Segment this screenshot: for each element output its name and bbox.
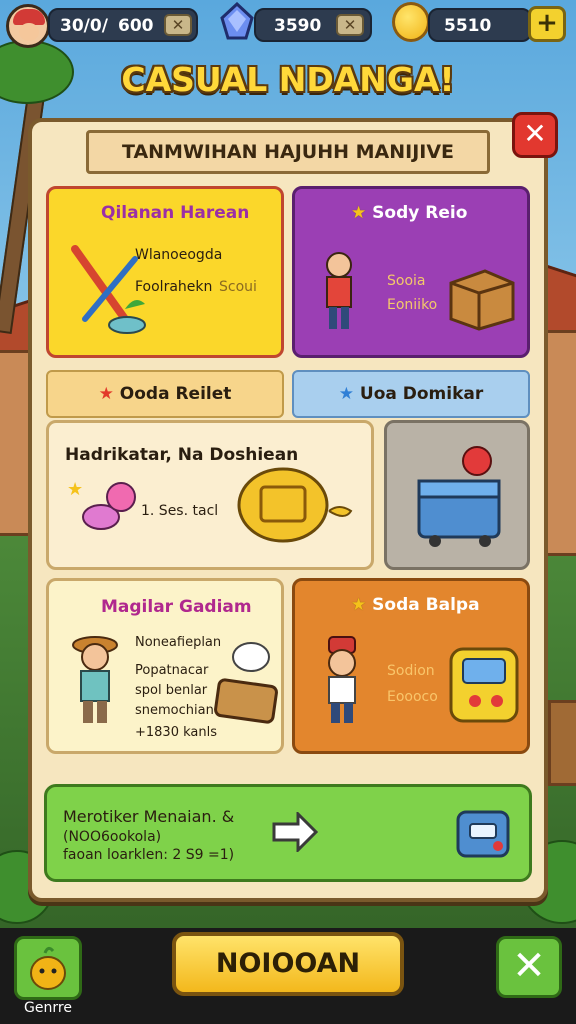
device-icon <box>449 647 519 723</box>
svg-text:★: ★ <box>67 479 83 500</box>
shop-label: Genrre <box>24 1000 72 1016</box>
tab-reward-1[interactable]: ★ Ooda Reilet <box>46 370 284 418</box>
coins-value: 5510 <box>444 16 492 36</box>
coin-icon <box>392 2 430 42</box>
card4-line1: Noneafieplan <box>135 635 222 650</box>
stats-pill: 30/0/ 600 ✕ <box>48 8 198 42</box>
tab1-label: Ooda Reilet <box>119 384 232 404</box>
card2-title-text: Sody Reio <box>372 203 468 223</box>
quest-card-1[interactable]: Qilanan Harean Wlanoeogda Foolrahekn Sco… <box>46 186 284 358</box>
card3-line1: 1. Ses. tacl <box>141 503 219 519</box>
quest-card-3[interactable]: Hadrikatar, Na Doshiean ★ 1. Ses. tacl <box>46 420 374 570</box>
game-title: CASUAL NDANGA! <box>121 60 455 99</box>
promo-line1: Merotiker Menaian. & <box>63 807 235 826</box>
bunny-icon <box>214 642 278 724</box>
card5-line2: Eoooco <box>387 689 438 705</box>
add-coins-button[interactable]: + <box>528 6 566 42</box>
coins-pill: 5510 <box>428 8 532 42</box>
promo-line3: faoan loarklen: 2 S9 =1) <box>63 847 235 863</box>
character-icon <box>326 252 352 329</box>
gems-cancel-button[interactable]: ✕ <box>336 14 364 36</box>
card1-title: Qilanan Harean <box>101 203 250 223</box>
quest-card-5[interactable]: ★ Soda Balpa Sodion Eoooco <box>292 578 530 754</box>
chest-card[interactable] <box>384 420 530 570</box>
close-button[interactable]: ✕ <box>512 112 558 158</box>
card5-title: ★ Soda Balpa <box>351 595 480 615</box>
red-star-icon: ★ <box>98 384 114 404</box>
gems-pill: 3590 ✕ <box>254 8 372 42</box>
card2-line1: Sooia <box>387 273 426 289</box>
farmer-icon <box>72 636 118 723</box>
gems-value: 3590 <box>274 16 322 36</box>
card5-title-text: Soda Balpa <box>372 595 480 615</box>
quest-card-2[interactable]: ★ Sody Reio Sooia Eoniiko <box>292 186 530 358</box>
star-icon: ★ <box>351 203 367 223</box>
card2-line2: Eoniiko <box>387 297 438 313</box>
confirm-button[interactable]: ✕ <box>496 936 562 998</box>
main-action-button[interactable]: NOIOOAN <box>172 932 404 996</box>
card4-line5: +1830 kanls <box>135 725 217 740</box>
stat2-value: 600 <box>118 16 154 36</box>
crate-right <box>548 700 576 786</box>
stats-cancel-button[interactable]: ✕ <box>164 14 192 36</box>
card4-line4: snemochian <box>135 703 214 718</box>
chef-icon <box>328 636 356 723</box>
top-bar: 30/0/ 600 ✕ 3590 ✕ 5510 + <box>0 0 576 52</box>
star-icon: ★ <box>351 595 367 615</box>
gem-icon <box>220 2 254 40</box>
avatar-icon[interactable] <box>6 4 50 48</box>
card4-line2: Popatnacar <box>135 663 209 678</box>
card5-line1: Sodion <box>387 663 435 679</box>
blue-star-icon: ★ <box>338 384 354 404</box>
panel-banner: TANMWIHAN HAJUHH MANIJIVE <box>86 130 490 174</box>
card2-title: ★ Sody Reio <box>351 203 467 223</box>
mascot-icon <box>30 946 66 990</box>
crate-icon <box>449 269 515 331</box>
card1-line1: Wlanoeogda <box>135 247 223 263</box>
quest-card-4[interactable]: Magilar Gadiam Noneafieplan Popatnacar s… <box>46 578 284 754</box>
arrow-right-icon <box>272 812 318 852</box>
promo-line2: (NOO6ookola) <box>63 829 162 845</box>
tab-reward-2[interactable]: ★ Uoa Domikar <box>292 370 530 418</box>
card4-title: Magilar Gadiam <box>101 597 252 617</box>
stat1-value: 30/0/ <box>60 16 108 36</box>
chest-icon <box>417 446 501 547</box>
tab2-label: Uoa Domikar <box>359 384 484 404</box>
card1-line3: Scoui <box>219 279 257 295</box>
shop-button[interactable] <box>14 936 82 1000</box>
card1-line2: Foolrahekn <box>135 279 213 295</box>
box-icon <box>456 810 510 858</box>
card4-line3: spol benlar <box>135 683 208 698</box>
candy-icon: ★ <box>67 479 136 530</box>
treasure-icon <box>237 467 353 543</box>
